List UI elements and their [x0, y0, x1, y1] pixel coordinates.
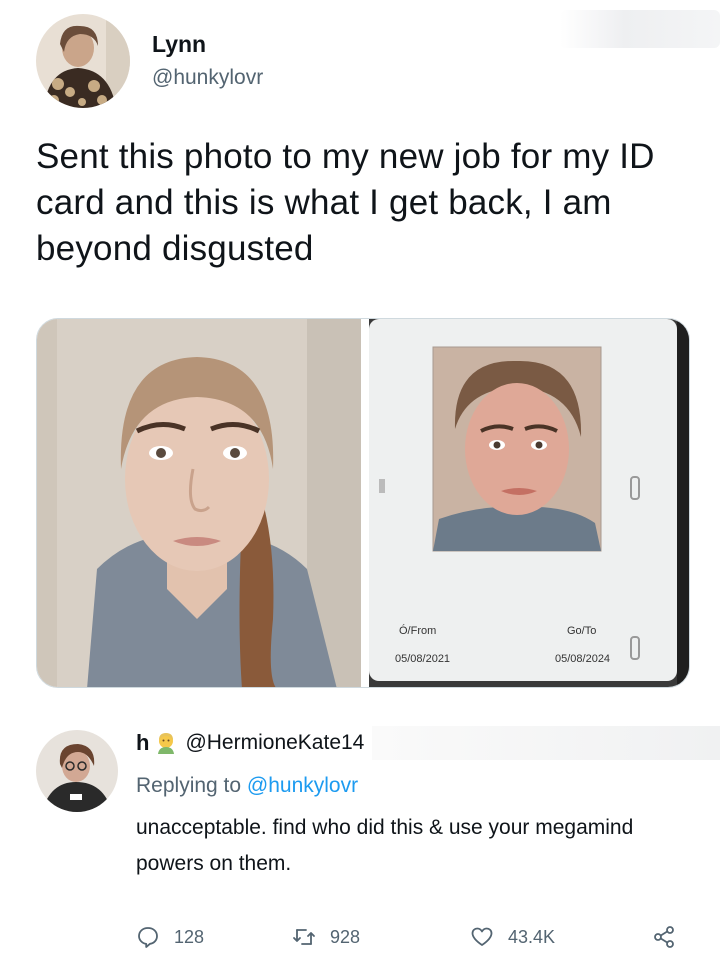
blurred-area [560, 10, 720, 48]
share-button[interactable] [652, 925, 690, 949]
speech-bubble-icon [138, 927, 158, 948]
reply-display-name[interactable]: h [136, 730, 149, 756]
share-icon [654, 926, 674, 948]
action-bar: 128 928 43.4K [136, 920, 696, 954]
author-display-name[interactable]: Lynn [152, 29, 263, 59]
replying-prefix: Replying to [136, 774, 242, 797]
retweet-icon [293, 929, 315, 945]
reply-avatar[interactable] [36, 730, 118, 812]
id-to-label: Go/To [567, 625, 597, 637]
author-avatar[interactable] [36, 14, 130, 108]
reply-handle[interactable]: @HermioneKate14 [185, 731, 369, 755]
id-to-date: 05/08/2024 [555, 653, 611, 665]
reply-count: 128 [174, 926, 205, 947]
replying-to-mention[interactable]: @hunkylovr [247, 774, 358, 797]
tweet-text: Sent this photo to my new job for my ID … [36, 137, 655, 268]
tweet-media[interactable]: Ó/From 05/08/2021 Go/To 05/08/2024 [36, 318, 690, 688]
selfie-photo[interactable] [37, 319, 361, 687]
id-from-date: 05/08/2021 [395, 653, 451, 665]
retweet-count: 928 [330, 926, 361, 947]
reply-button[interactable]: 128 [136, 925, 204, 949]
person-emoji-icon [155, 732, 177, 754]
id-card-photo[interactable]: Ó/From 05/08/2021 Go/To 05/08/2024 [369, 319, 689, 687]
id-from-label: Ó/From [399, 625, 437, 637]
like-count: 43.4K [508, 926, 556, 947]
tweet-header: Lynn @hunkylovr [36, 14, 263, 108]
author-handle[interactable]: @hunkylovr [152, 63, 263, 93]
replying-to-line: Replying to @hunkylovr [136, 770, 720, 802]
like-button[interactable]: 43.4K [470, 925, 555, 949]
reply-text: unacceptable. find who did this & use yo… [136, 816, 634, 875]
heart-icon [471, 927, 493, 946]
blurred-area [372, 726, 720, 760]
retweet-button[interactable]: 928 [292, 925, 360, 949]
